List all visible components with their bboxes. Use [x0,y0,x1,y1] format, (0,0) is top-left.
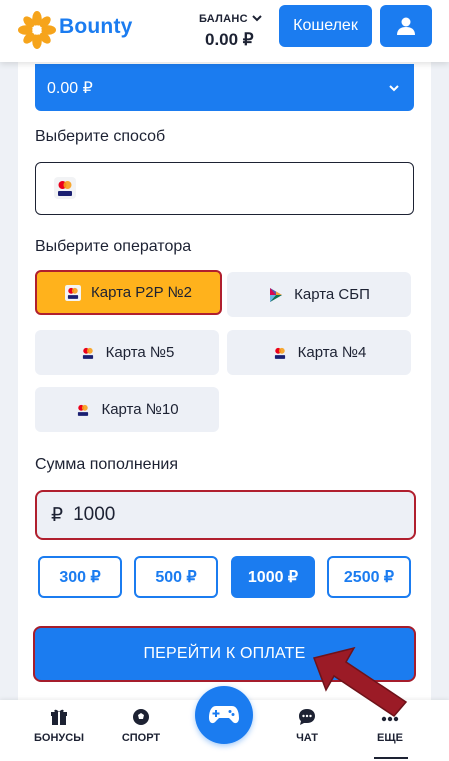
currency-select[interactable]: 0.00 ₽ [35,64,414,111]
gift-icon [51,709,67,725]
soccer-ball-icon [133,709,149,725]
sbp-icon [268,287,284,303]
bounty-logo-icon[interactable] [18,11,56,49]
mastercard-visa-icon [65,284,81,301]
amount-value: 1000 [73,504,116,525]
brand-name: Bounty [59,15,133,38]
nav-item-label: БОНУСЫ [34,732,84,744]
gamepad-icon [209,706,239,724]
amount-label: Сумма пополнения [35,456,178,473]
wallet-button[interactable]: Кошелек [279,5,372,47]
quick-amount-2500[interactable]: 2500 ₽ [327,556,411,598]
mastercard-visa-icon [272,345,288,361]
operator-label-text: Карта №10 [101,401,179,418]
amount-input[interactable]: ₽ 1000 [35,490,416,540]
currency-symbol: ₽ [51,504,64,526]
chevron-down-icon[interactable] [251,12,263,24]
operator-label-text: Карта СБП [294,286,370,303]
nav-item-bonuses[interactable]: БОНУСЫ [24,708,94,744]
balance-value: 0.00 ₽ [205,30,254,49]
active-nav-indicator [374,757,408,759]
payment-method-select[interactable] [35,162,414,215]
operator-card-p2p-2[interactable]: Карта P2P №2 [35,270,222,315]
operator-card-sbp[interactable]: Карта СБП [227,272,411,317]
operator-card-10[interactable]: Карта №10 [35,387,219,432]
nav-item-games[interactable] [195,686,253,744]
chevron-down-icon [389,85,399,92]
deposit-panel [18,62,431,702]
operator-label: Выберите оператора [35,238,192,255]
top-header: Bounty БАЛАНС 0.00 ₽ Кошелек [0,0,449,62]
user-icon [397,17,415,35]
operator-label-text: Карта №4 [297,344,367,361]
nav-item-label: ЧАТ [296,732,318,744]
operator-label-text: Карта P2P №2 [91,284,192,301]
nav-item-sport[interactable]: СПОРТ [106,708,176,744]
method-label: Выберите способ [35,128,166,145]
balance-label[interactable]: БАЛАНС [199,13,248,25]
quick-amount-1000[interactable]: 1000 ₽ [231,556,315,598]
annotation-arrow-icon [313,646,408,717]
quick-amount-500[interactable]: 500 ₽ [134,556,218,598]
nav-item-label: СПОРТ [121,732,161,744]
operator-label-text: Карта №5 [105,344,175,361]
mastercard-visa-icon [80,345,96,361]
currency-select-value: 0.00 ₽ [47,79,93,97]
quick-amount-300[interactable]: 300 ₽ [38,556,122,598]
operator-card-5[interactable]: Карта №5 [35,330,219,375]
nav-item-label: ЕЩЕ [377,732,403,744]
mastercard-visa-icon [54,177,76,199]
profile-button[interactable] [380,5,432,47]
mastercard-visa-icon [75,402,91,418]
operator-card-4[interactable]: Карта №4 [227,330,411,375]
